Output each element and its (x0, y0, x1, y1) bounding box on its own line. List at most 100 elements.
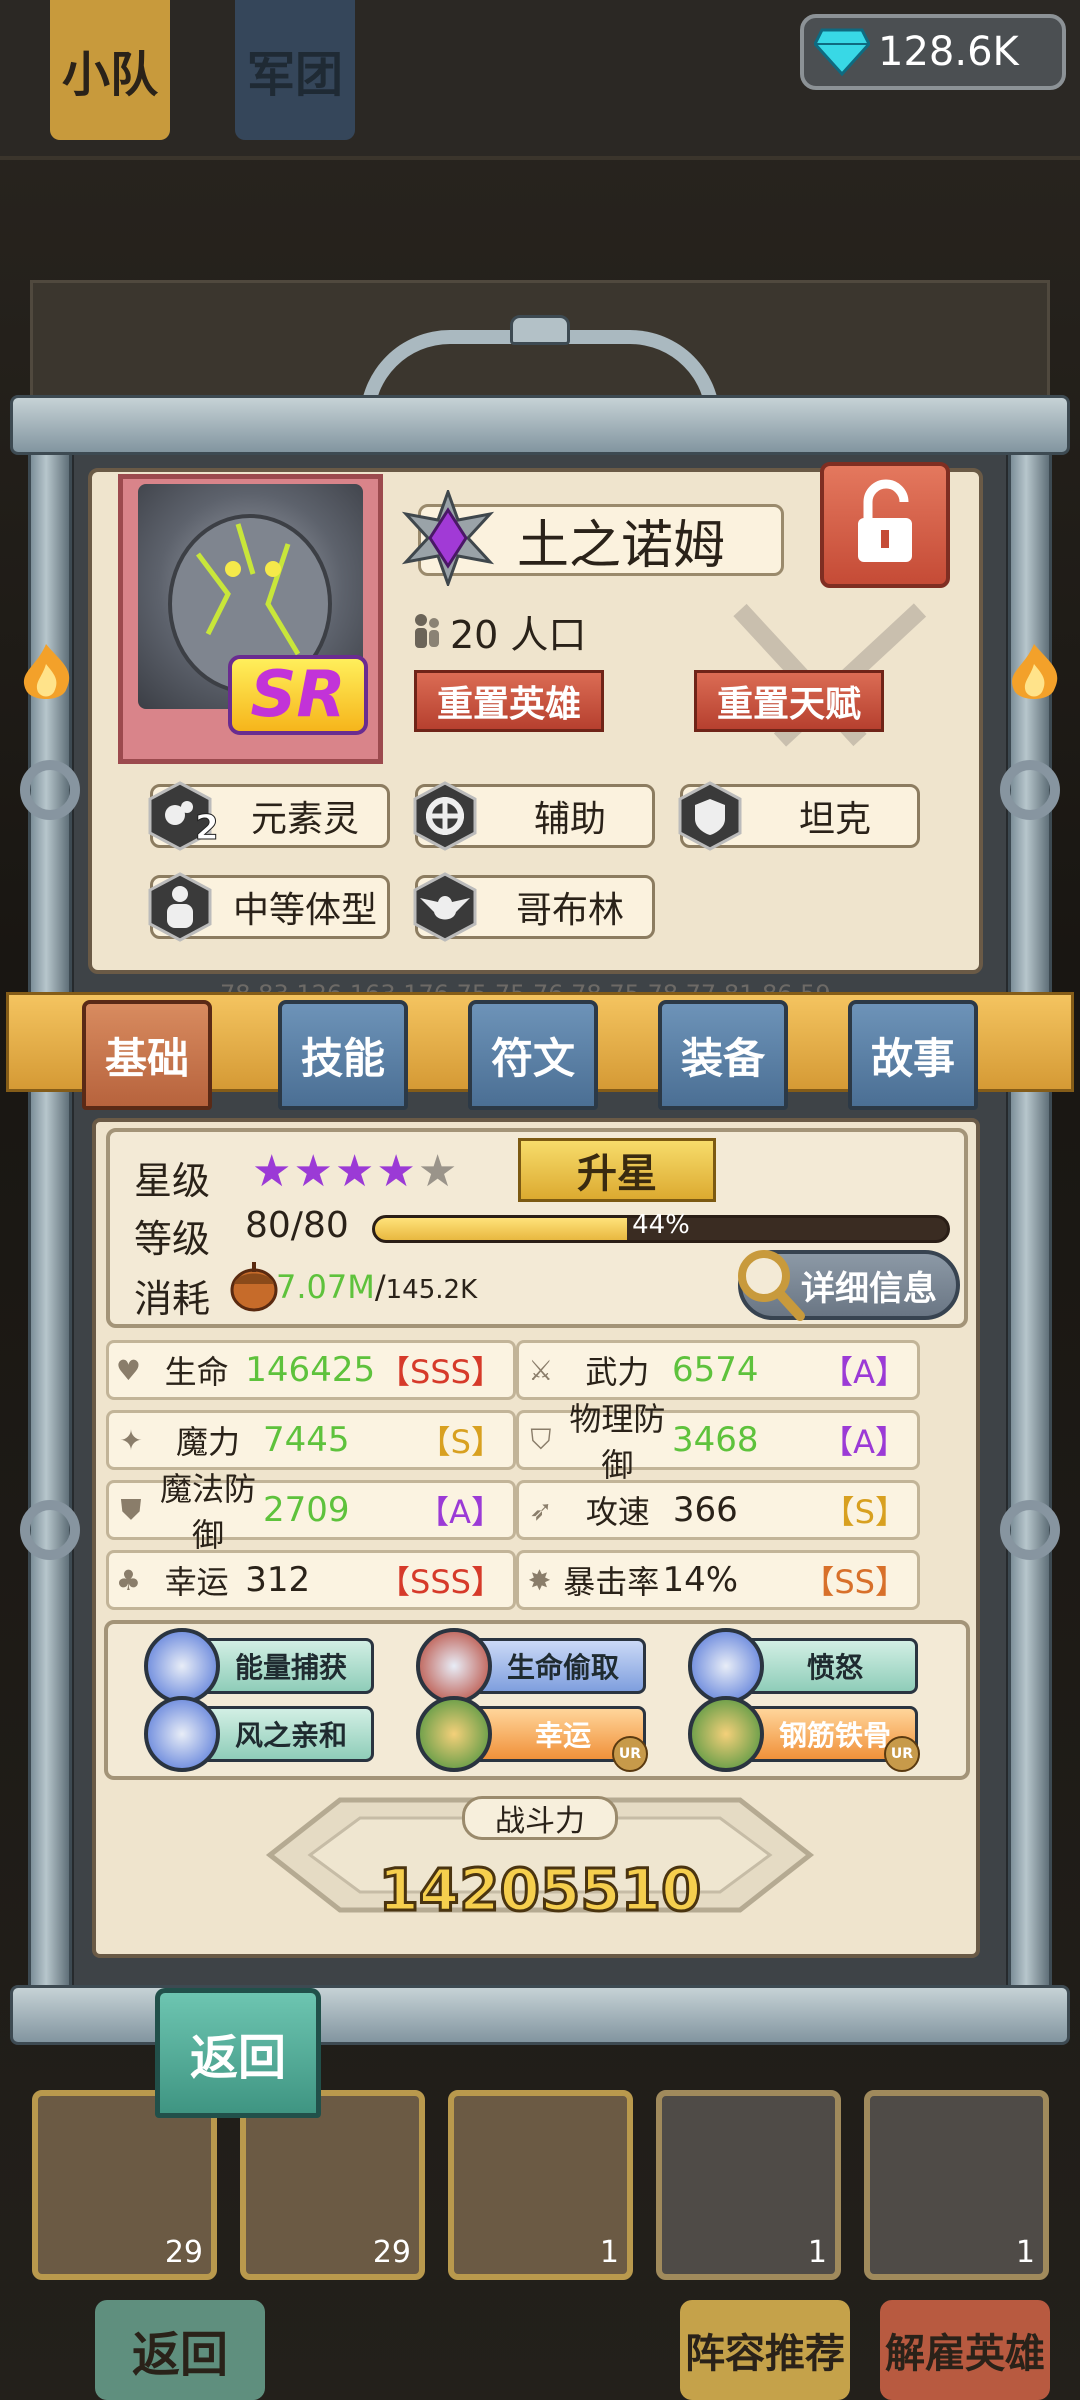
chain-icon (1000, 760, 1060, 820)
level-value: 80/80 (245, 1205, 349, 1246)
reset-talent-button[interactable]: 重置天赋 (694, 670, 884, 732)
stat-name: 生命 (164, 1353, 229, 1391)
reset-hero-button[interactable]: 重置英雄 (414, 670, 604, 732)
heart-icon: ♥ (115, 1353, 142, 1387)
tag-badge: 2 (195, 808, 220, 849)
stat-grade: 【S】 (418, 1423, 503, 1461)
stat-value: 6574 (672, 1350, 759, 1390)
skill-item[interactable]: 风之亲和 (144, 1696, 378, 1772)
cost-values: 7.07M/145.2K (276, 1268, 477, 1306)
tag-goblin[interactable]: 哥布林 (413, 872, 655, 942)
stat-row[interactable]: ✸ 暴击率 14% 【SS】 (516, 1550, 920, 1610)
stat-grade: 【S】 (822, 1493, 907, 1531)
stat-value: 2709 (263, 1490, 350, 1530)
stat-grade: 【A】 (821, 1353, 907, 1391)
power-value: 14205510 (377, 1855, 703, 1926)
class-star-icon (401, 490, 495, 586)
star-empty-icon: ★ (417, 1146, 458, 1197)
body-icon (148, 872, 212, 942)
star-rating: ★ ★ ★ ★ ★ (252, 1150, 457, 1194)
population-icon (415, 614, 439, 648)
cost-label: 消耗 (134, 1277, 211, 1321)
skill-rarity-badge: UR (884, 1736, 920, 1772)
background-lineup-button: 阵容推荐 (680, 2300, 850, 2400)
crit-icon: ✸ (527, 1563, 552, 1597)
tab-equipment[interactable]: 装备 (658, 1000, 788, 1110)
stat-name: 幸运 (164, 1563, 229, 1601)
card-count: 1 (807, 2235, 827, 2270)
card-count: 1 (599, 2235, 619, 2270)
skill-item[interactable]: 幸运 UR (416, 1696, 650, 1772)
currency-value: 128.6K (878, 29, 1019, 75)
upgrade-star-button[interactable]: 升星 (518, 1138, 716, 1202)
stat-row[interactable]: ⛊ 魔法防御 2709 【A】 (106, 1470, 516, 1554)
tab-story[interactable]: 故事 (848, 1000, 978, 1110)
tag-support[interactable]: 辅助 (413, 781, 655, 851)
tag-elemental[interactable]: 元素灵 (148, 781, 390, 851)
stat-row[interactable]: ⚔ 武力 6574 【A】 (516, 1340, 920, 1400)
cost-have: 7.07M (276, 1268, 375, 1306)
tab-legion[interactable]: 军团 (235, 0, 355, 140)
skill-item[interactable]: 钢筋铁骨 UR (688, 1696, 922, 1772)
shield-icon (678, 781, 742, 851)
energy-capture-icon (144, 1628, 220, 1704)
stat-row[interactable]: ✦ 魔力 7445 【S】 (106, 1410, 516, 1470)
clover-icon: ♣ (115, 1563, 142, 1597)
skill-label: 钢筋铁骨 (778, 1719, 891, 1752)
stat-value: 3468 (672, 1420, 759, 1460)
life-steal-icon (416, 1628, 492, 1704)
support-icon (413, 781, 477, 851)
stat-row[interactable]: ➶ 攻速 366 【S】 (516, 1480, 920, 1540)
cost-need: 145.2K (385, 1275, 478, 1305)
tab-basics[interactable]: 基础 (82, 1000, 212, 1110)
stat-row[interactable]: ⛉ 物理防御 3468 【A】 (516, 1400, 920, 1484)
background-dismiss-button: 解雇英雄 (880, 2300, 1050, 2400)
stat-grade: 【A】 (417, 1493, 503, 1531)
skill-label: 风之亲和 (234, 1719, 347, 1752)
stat-value: 7445 (263, 1420, 350, 1460)
tag-label: 辅助 (533, 799, 606, 840)
level-label: 等级 (134, 1217, 211, 1261)
chain-icon (20, 760, 80, 820)
tab-skills[interactable]: 技能 (278, 1000, 408, 1110)
stat-row[interactable]: ♣ 幸运 312 【SSS】 (106, 1550, 516, 1610)
stat-name: 武力 (585, 1353, 650, 1391)
background-hero-card: 1 (448, 2090, 633, 2280)
magic-shield-icon: ⛊ (120, 1493, 142, 1526)
stat-value: 146425 (245, 1350, 376, 1390)
tag-tank[interactable]: 坦克 (678, 781, 920, 851)
unlock-button[interactable] (820, 462, 950, 588)
skill-label: 生命偷取 (506, 1651, 619, 1684)
tag-medium-body[interactable]: 中等体型 (148, 872, 390, 942)
diamond-icon (814, 28, 870, 76)
tag-label: 元素灵 (250, 799, 359, 840)
stat-grade: 【SS】 (802, 1563, 907, 1601)
detail-label: 详细信息 (801, 1268, 937, 1309)
skill-item[interactable]: 愤怒 (688, 1628, 922, 1704)
rarity-badge: SR (228, 655, 368, 735)
stat-row[interactable]: ♥ 生命 146425 【SSS】 (106, 1340, 516, 1400)
stat-name: 暴击率 (563, 1563, 660, 1601)
population-row: 20 人口 (412, 606, 586, 657)
stat-value: 312 (245, 1560, 311, 1600)
star-filled-icon: ★ (376, 1146, 416, 1197)
sword-icon: ⚔ (528, 1353, 554, 1387)
chain-icon (20, 1500, 80, 1560)
chain-icon (1000, 1500, 1060, 1560)
tab-squad[interactable]: 小队 (50, 0, 170, 140)
card-count: 29 (372, 2235, 411, 2270)
skill-item[interactable]: 能量捕获 (144, 1628, 378, 1704)
currency-display[interactable]: 128.6K (800, 14, 1066, 90)
star-label: 星级 (134, 1159, 211, 1203)
skill-item[interactable]: 生命偷取 (416, 1628, 650, 1704)
magnifier-icon (738, 1250, 805, 1321)
level-progress-text: 44% (632, 1210, 690, 1240)
back-button[interactable]: 返回 (155, 1988, 321, 2118)
rage-icon (688, 1628, 764, 1704)
speed-icon: ➶ (529, 1493, 553, 1527)
star-filled-icon: ★ (334, 1146, 375, 1197)
unlock-icon (858, 479, 912, 562)
background-back-button: 返回 (95, 2300, 265, 2400)
stat-grade: 【SSS】 (378, 1563, 503, 1601)
tab-runes[interactable]: 符文 (468, 1000, 598, 1110)
